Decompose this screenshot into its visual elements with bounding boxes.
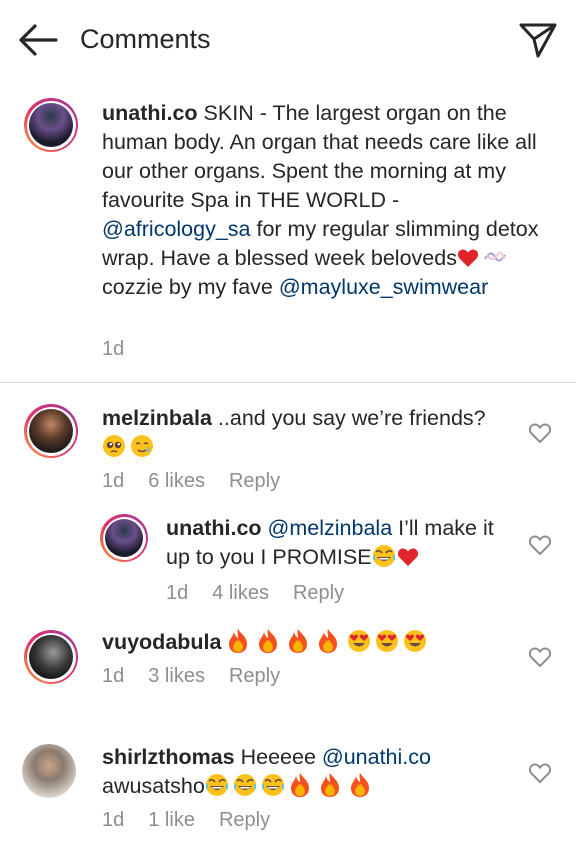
timestamp: 1d — [166, 582, 189, 604]
red-heart-emoji — [397, 547, 419, 567]
reply-button[interactable]: Reply — [219, 809, 270, 831]
back-button[interactable] — [18, 22, 58, 58]
timestamp: 1d — [102, 665, 125, 687]
reply-button[interactable]: Reply — [293, 582, 344, 604]
caption-username[interactable]: unathi.co — [102, 101, 198, 125]
comment-meta: 1d 6 likes Reply — [102, 470, 304, 493]
like-button[interactable] — [528, 422, 552, 444]
heart-eyes-emoji — [403, 629, 427, 653]
comment: shirlzthomas Heeeee @unathi.co awusatsho — [102, 743, 522, 801]
comment-username[interactable]: shirlzthomas — [102, 745, 235, 769]
tears-of-joy-emoji — [261, 773, 285, 797]
share-button[interactable] — [518, 20, 558, 60]
fire-emoji — [227, 628, 249, 654]
avatar[interactable] — [100, 514, 148, 562]
arrow-left-icon — [19, 24, 58, 56]
timestamp: 1d — [102, 338, 125, 360]
comment-username[interactable]: unathi.co — [166, 516, 262, 540]
fire-emoji — [257, 628, 279, 654]
caption-meta: 1d — [102, 338, 148, 361]
pleading-face-emoji — [102, 434, 126, 458]
caption-text: cozzie by my fave — [102, 275, 279, 299]
tears-of-joy-emoji — [233, 773, 257, 797]
tears-of-joy-emoji — [205, 773, 229, 797]
fire-emoji — [289, 772, 311, 798]
like-button[interactable] — [528, 762, 552, 784]
top-bar: Comments — [0, 0, 576, 82]
fire-emoji — [317, 628, 339, 654]
comment-meta: 1d 1 like Reply — [102, 809, 294, 832]
avatar[interactable] — [24, 98, 78, 152]
likes-count[interactable]: 3 likes — [148, 665, 205, 687]
mention-link[interactable]: @mayluxe_swimwear — [279, 275, 488, 299]
tears-of-joy-emoji — [372, 544, 396, 568]
like-button[interactable] — [528, 646, 552, 668]
likes-count[interactable]: 4 likes — [212, 582, 269, 604]
mention-link[interactable]: @africology_sa — [102, 217, 251, 241]
comment-text: Heeeee — [234, 745, 322, 769]
likes-count[interactable]: 6 likes — [148, 470, 205, 492]
heart-eyes-emoji — [347, 629, 371, 653]
caption: unathi.co SKIN - The largest organ on th… — [102, 99, 542, 302]
avatar[interactable] — [24, 630, 78, 684]
comment-meta: 1d 3 likes Reply — [102, 665, 304, 688]
comment-meta: 1d 4 likes Reply — [166, 582, 368, 605]
page-title: Comments — [80, 24, 211, 54]
mention-link[interactable]: @melzinbala — [268, 516, 393, 540]
like-button[interactable] — [528, 534, 552, 556]
paper-plane-icon — [519, 23, 557, 58]
ribbon-emoji — [484, 251, 506, 262]
heart-outline-icon — [528, 763, 552, 784]
comment-username[interactable]: vuyodabula — [102, 630, 221, 654]
reply-button[interactable]: Reply — [229, 665, 280, 687]
timestamp: 1d — [102, 809, 125, 831]
mention-link[interactable]: @unathi.co — [322, 745, 431, 769]
likes-count[interactable]: 1 like — [148, 809, 195, 831]
heart-outline-icon — [528, 647, 552, 668]
heart-eyes-emoji — [375, 629, 399, 653]
fire-emoji — [287, 628, 309, 654]
heart-outline-icon — [528, 535, 552, 556]
reply-button[interactable]: Reply — [229, 470, 280, 492]
comment-text: ..and you say we’re friends? — [211, 406, 486, 430]
reply-comment: unathi.co @melzinbala I’ll make it up to… — [166, 514, 522, 572]
avatar[interactable] — [24, 404, 78, 458]
divider — [0, 382, 576, 383]
heart-outline-icon — [528, 423, 552, 444]
comment-username[interactable]: melzinbala — [102, 406, 212, 430]
timestamp: 1d — [102, 470, 125, 492]
comment-text: awusatsho — [102, 774, 205, 798]
avatar[interactable] — [22, 744, 76, 798]
red-heart-emoji — [457, 248, 479, 268]
fire-emoji — [319, 772, 341, 798]
fire-emoji — [349, 772, 371, 798]
comment: melzinbala ..and you say we’re friends? — [102, 404, 522, 462]
comment: vuyodabula — [102, 628, 522, 657]
smiling-tear-emoji — [130, 434, 154, 458]
